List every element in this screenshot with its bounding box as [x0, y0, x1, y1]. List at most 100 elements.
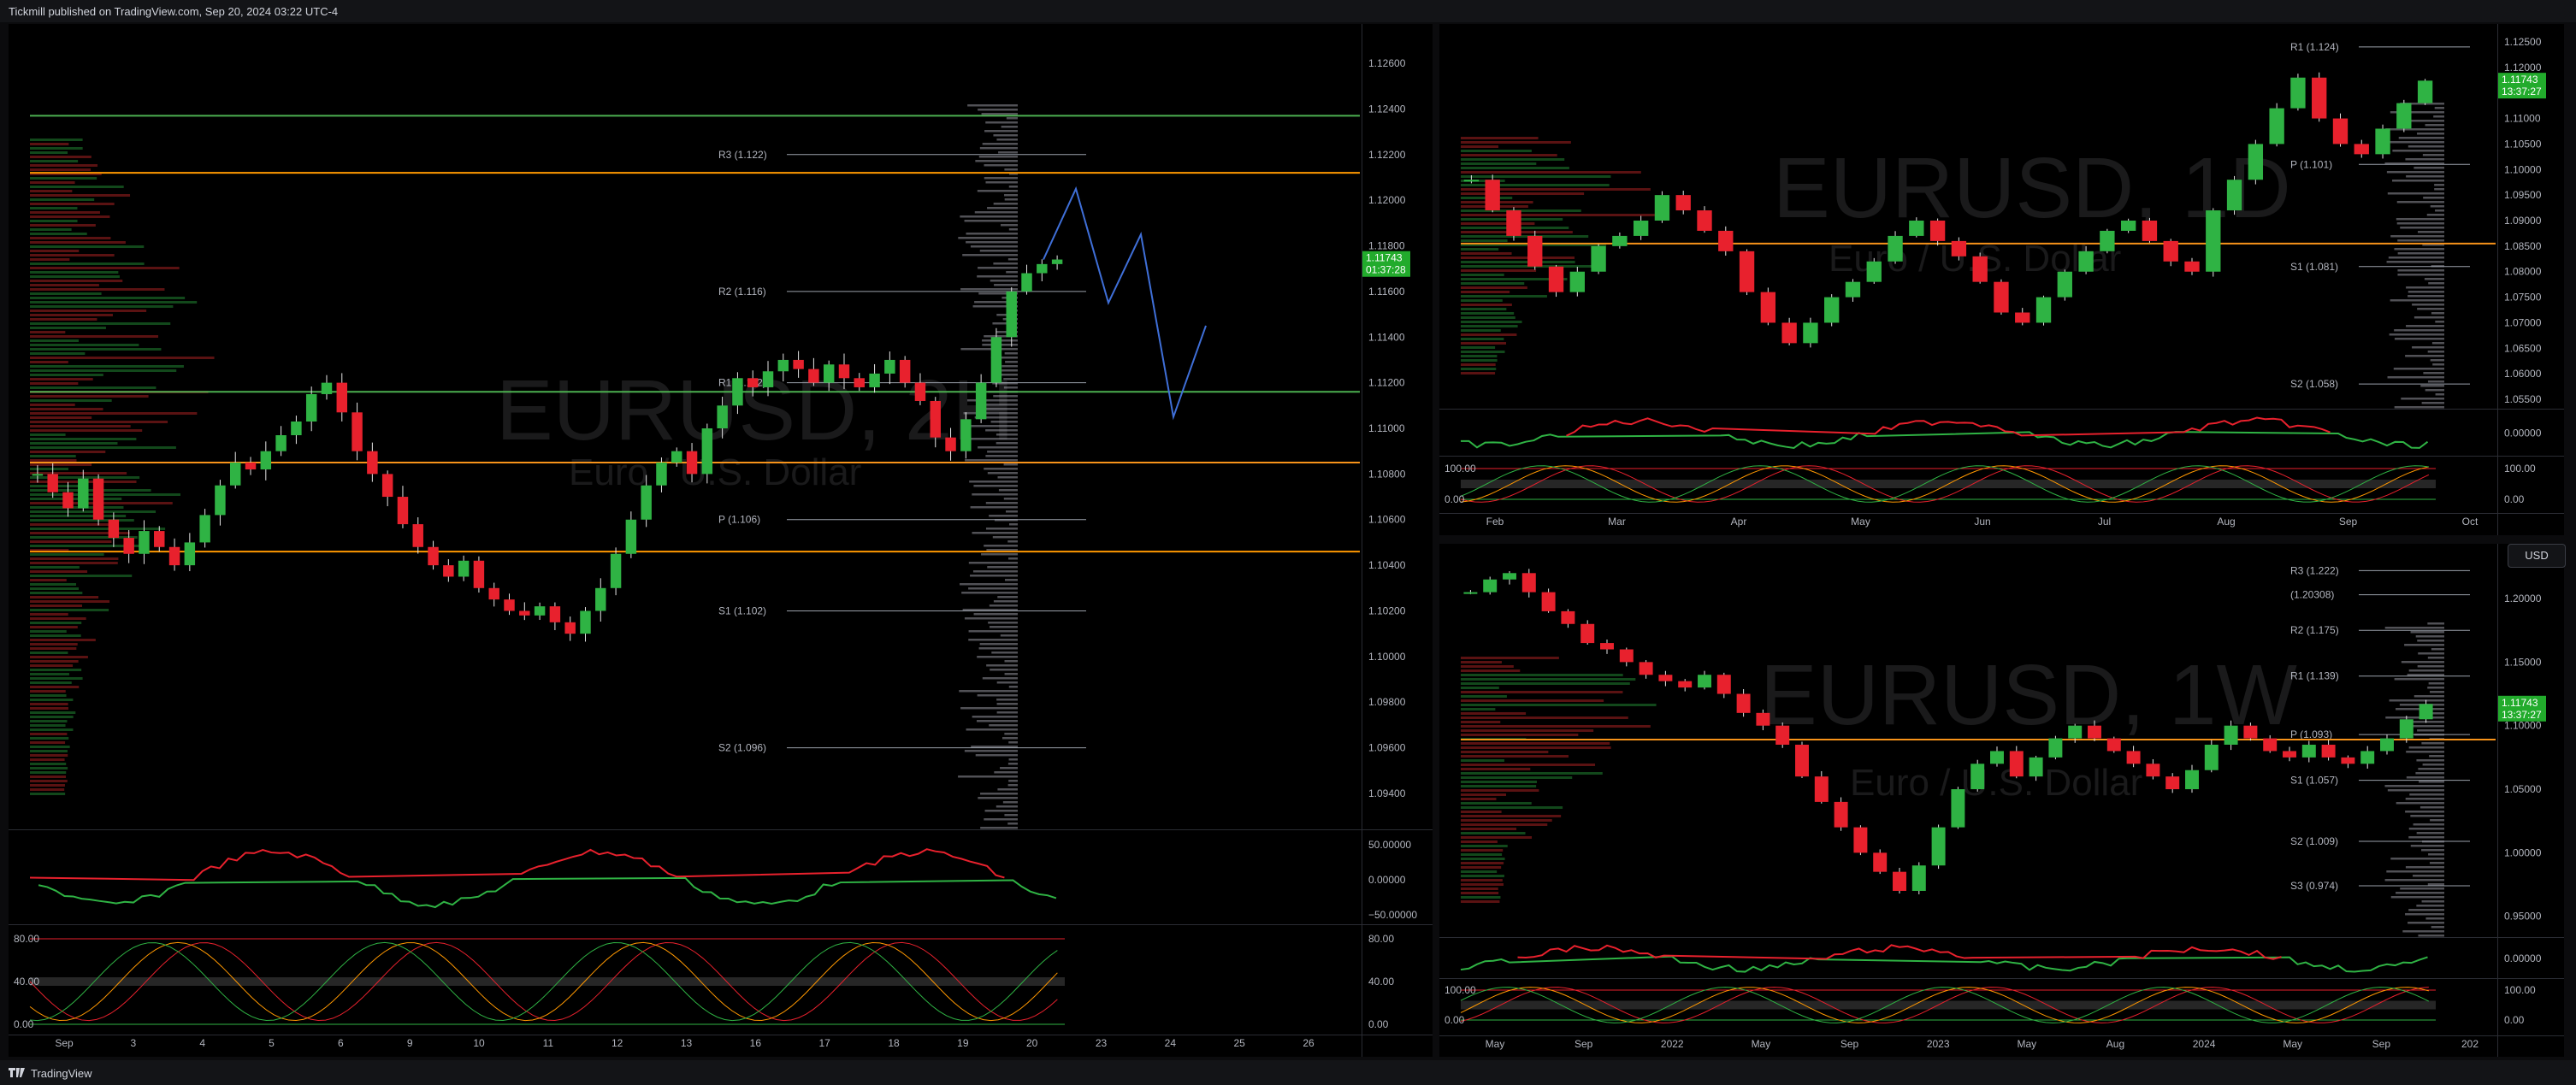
- volume-profile-bar-right: [970, 245, 1018, 248]
- volume-profile-bar-right: [2397, 269, 2444, 272]
- volume-profile-bar: [1461, 734, 1579, 736]
- chart-canvas-1d[interactable]: 1.125001.120001.115001.110001.105001.100…: [1439, 24, 2564, 535]
- volume-profile-bar-right: [989, 515, 1018, 517]
- volume-profile-bar: [1461, 678, 1636, 681]
- volume-profile-bar: [30, 711, 76, 714]
- volume-profile-bar-right: [989, 626, 1018, 628]
- candle-body: [2165, 776, 2180, 790]
- volume-profile-bar-right: [2410, 815, 2444, 817]
- price-tick-label: 1.08500: [2504, 240, 2542, 252]
- volume-profile-bar-right: [964, 220, 1018, 222]
- volume-profile-bar: [1461, 866, 1502, 869]
- volume-profile-bar: [30, 412, 198, 415]
- volume-profile-bar-right: [990, 669, 1018, 671]
- volume-profile-bar: [30, 677, 83, 680]
- candle-body: [1654, 195, 1670, 221]
- volume-profile-bar: [1461, 304, 1512, 306]
- volume-profile-bar: [1461, 158, 1565, 161]
- volume-profile-bar: [1461, 342, 1507, 345]
- volume-profile-bar: [1461, 883, 1504, 886]
- candle-body: [488, 587, 499, 600]
- volume-profile-bar-right: [998, 489, 1018, 492]
- volume-profile-bar-right: [2406, 776, 2444, 779]
- volume-profile-bar: [1461, 325, 1518, 327]
- pane-separator: [9, 829, 1433, 830]
- volume-profile-bar-right: [1007, 763, 1018, 765]
- volume-profile-bar: [30, 793, 66, 795]
- candle-body: [549, 606, 561, 622]
- volume-profile-bar-right: [966, 233, 1018, 235]
- volume-profile-bar: [1461, 708, 1496, 711]
- chart-panel-eurusd-2h[interactable]: EURUSD, 2H Euro / U.S. Dollar 1.12600 1.1…: [9, 24, 1433, 1057]
- volume-profile-bar: [30, 622, 82, 624]
- candle-body: [47, 474, 58, 492]
- volume-profile-bar-right: [985, 121, 1018, 124]
- time-tick-label: 16: [750, 1037, 762, 1049]
- volume-profile-bar-right: [2404, 644, 2444, 646]
- volume-profile-bar-right: [1008, 741, 1018, 744]
- time-tick-label: 12: [612, 1037, 623, 1049]
- price-tick-label: 1.11400: [1368, 331, 1405, 343]
- volume-profile-bar-right: [2397, 252, 2444, 255]
- currency-button[interactable]: USD: [2508, 544, 2566, 568]
- volume-profile-bar: [1461, 704, 1657, 706]
- volume-profile-bar-right: [1007, 258, 1018, 261]
- chart-panel-eurusd-1d[interactable]: EURUSD, 1D Euro / U.S. Dollar 1.125001.1…: [1439, 24, 2564, 535]
- volume-profile-bar-right: [1004, 673, 1018, 675]
- volume-profile-bar-right: [972, 716, 1018, 718]
- oscillator2-tick-left: 80.00: [14, 933, 39, 945]
- volume-profile-bar-right: [984, 130, 1018, 133]
- pivot-label: (1.20308): [2290, 589, 2334, 601]
- volume-profile-bar: [1461, 252, 1512, 255]
- chart-canvas-2h[interactable]: 1.12600 1.12400 1.12200 1.12000 1.11800 1.116…: [9, 24, 1433, 1057]
- chart-canvas-1w[interactable]: 1.20000 1.15000 1.10000 1.05000 1.00000 0.950…: [1439, 544, 2564, 1057]
- chart-panel-eurusd-1w[interactable]: EURUSD, 1W Euro / U.S. Dollar 1.20000 1.1…: [1439, 544, 2564, 1057]
- time-tick-label: 20: [1026, 1037, 1038, 1049]
- volume-profile-bar-right: [993, 134, 1018, 137]
- volume-profile-bar: [30, 690, 66, 693]
- volume-profile-bar-right: [966, 399, 1018, 402]
- volume-profile-bar: [1461, 798, 1497, 800]
- volume-profile-bar: [30, 357, 215, 359]
- volume-profile-bar-right: [1003, 498, 1018, 500]
- volume-profile-bar: [1461, 828, 1517, 830]
- volume-profile-bar: [1461, 742, 1610, 745]
- volume-profile-bar-right: [1003, 378, 1018, 380]
- candle-body: [1929, 221, 1946, 241]
- candle-body: [504, 599, 515, 611]
- volume-profile-bar-right: [2430, 359, 2444, 362]
- volume-profile-bar: [1461, 725, 1651, 728]
- candle-body: [2106, 738, 2121, 752]
- volume-profile-bar: [1461, 214, 1655, 216]
- price-tick-label: 1.12200: [1368, 149, 1406, 161]
- volume-profile-bar: [1461, 682, 1630, 685]
- time-tick-label: Aug: [2106, 1038, 2124, 1050]
- oscillator1-tick: 0.00000: [2504, 428, 2542, 439]
- volume-profile-bar: [30, 322, 171, 325]
- volume-profile-bar-right: [985, 429, 1018, 432]
- volume-profile-bar-right: [2408, 145, 2444, 148]
- price-tick-label: 1.12000: [2504, 62, 2542, 74]
- volume-profile-bar-right: [966, 241, 1018, 244]
- volume-profile-bar-right: [968, 630, 1018, 633]
- volume-profile-bar: [30, 288, 165, 291]
- candle-body: [139, 531, 150, 554]
- volume-profile-bar-right: [2431, 648, 2444, 651]
- volume-profile-bar-right: [2434, 188, 2444, 191]
- volume-profile-bar: [1461, 141, 1571, 144]
- price-tick-label: 1.12400: [1368, 103, 1406, 115]
- candle-body: [397, 497, 409, 525]
- volume-profile-bar: [1461, 657, 1559, 659]
- time-tick-label: 4: [199, 1037, 205, 1049]
- oscillator2-tick-left: 100.00: [1445, 463, 1476, 475]
- volume-profile-bar: [1461, 849, 1504, 852]
- volume-profile-bar-right: [2397, 239, 2444, 242]
- tradingview-logo-icon: [9, 1068, 25, 1077]
- price-tick-label: 1.08000: [2504, 266, 2542, 278]
- volume-profile-bar-right: [2427, 657, 2444, 659]
- volume-profile-bar: [30, 215, 110, 218]
- volume-profile-bar-right: [2433, 115, 2444, 118]
- time-tick-label: 3: [130, 1037, 136, 1049]
- volume-profile-bar-right: [2423, 197, 2444, 199]
- oscillator-line-up: [38, 876, 1057, 909]
